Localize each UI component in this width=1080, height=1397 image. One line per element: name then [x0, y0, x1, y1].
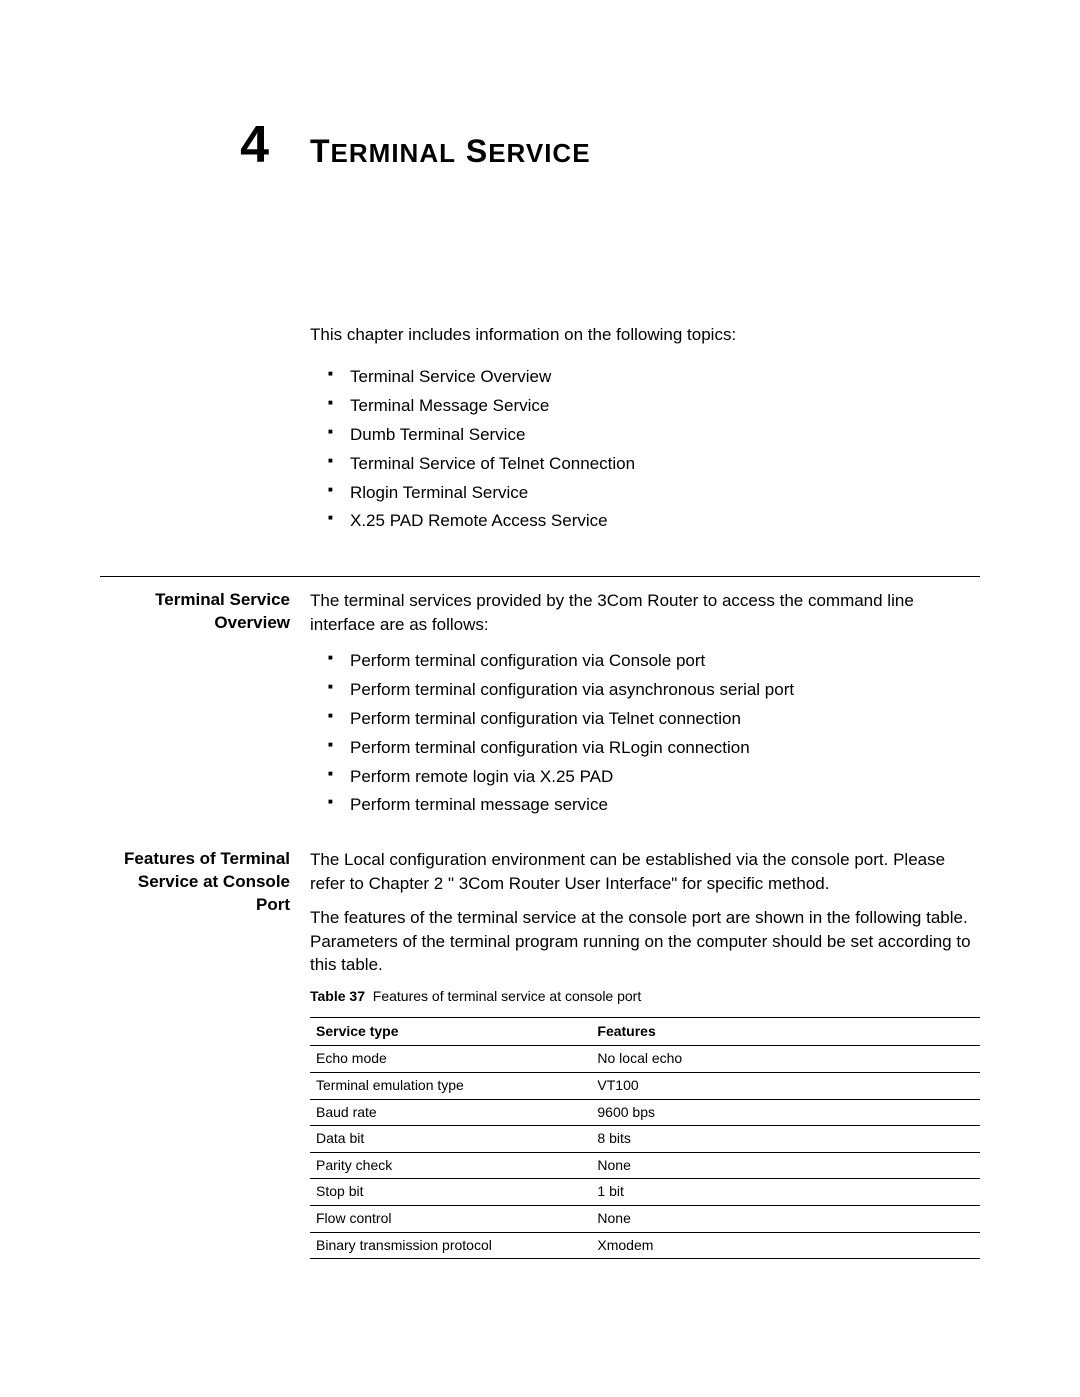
table-cell: 1 bit	[591, 1179, 980, 1206]
list-item: Terminal Service Overview	[328, 363, 980, 392]
chapter-title: TERMINAL SERVICE	[310, 133, 591, 170]
table-cell: VT100	[591, 1073, 980, 1100]
list-item: Perform terminal configuration via async…	[328, 676, 980, 705]
table-row: Parity checkNone	[310, 1152, 980, 1179]
features-paragraph-2: The features of the terminal service at …	[310, 906, 980, 977]
title-rest-1: ERMINAL	[331, 138, 456, 168]
table-row: Data bit8 bits	[310, 1126, 980, 1153]
list-item: Rlogin Terminal Service	[328, 479, 980, 508]
table-cell: Xmodem	[591, 1232, 980, 1259]
chapter-header: 4 TERMINAL SERVICE	[100, 115, 980, 175]
list-item: Terminal Service of Telnet Connection	[328, 450, 980, 479]
list-item: Perform terminal message service	[328, 791, 980, 820]
title-cap-1: T	[310, 133, 331, 169]
title-cap-2: S	[466, 133, 488, 169]
overview-paragraph: The terminal services provided by the 3C…	[310, 589, 980, 637]
features-table: Service type Features Echo modeNo local …	[310, 1017, 980, 1259]
table-cell: No local echo	[591, 1046, 980, 1073]
table-row: Echo modeNo local echo	[310, 1046, 980, 1073]
table-cell: Stop bit	[310, 1179, 591, 1206]
table-cell: Data bit	[310, 1126, 591, 1153]
table-cell: Binary transmission protocol	[310, 1232, 591, 1259]
list-item: Dumb Terminal Service	[328, 421, 980, 450]
list-item: Perform terminal configuration via RLogi…	[328, 734, 980, 763]
document-page: 4 TERMINAL SERVICE This chapter includes…	[0, 0, 1080, 1259]
table-caption-label: Table 37	[310, 988, 365, 1004]
title-rest-2: ERVICE	[488, 138, 590, 168]
section-label: Terminal Service Overview	[100, 589, 310, 820]
table-cell: 8 bits	[591, 1126, 980, 1153]
list-item: X.25 PAD Remote Access Service	[328, 507, 980, 536]
section-content: The Local configuration environment can …	[310, 848, 980, 1259]
chapter-number: 4	[100, 115, 310, 175]
table-row: Binary transmission protocolXmodem	[310, 1232, 980, 1259]
section-divider	[100, 576, 980, 577]
table-cell: None	[591, 1152, 980, 1179]
table-row: Flow controlNone	[310, 1206, 980, 1233]
section-content: The terminal services provided by the 3C…	[310, 589, 980, 820]
overview-bullets: Perform terminal configuration via Conso…	[310, 647, 980, 820]
topics-list: Terminal Service Overview Terminal Messa…	[310, 363, 980, 536]
features-paragraph-1: The Local configuration environment can …	[310, 848, 980, 896]
section-label: Features of Terminal Service at Console …	[100, 848, 310, 1259]
table-row: Baud rate9600 bps	[310, 1099, 980, 1126]
intro-block: This chapter includes information on the…	[310, 325, 980, 536]
list-item: Perform remote login via X.25 PAD	[328, 763, 980, 792]
section-features: Features of Terminal Service at Console …	[100, 848, 980, 1259]
table-row: Stop bit1 bit	[310, 1179, 980, 1206]
table-caption: Table 37 Features of terminal service at…	[310, 987, 980, 1007]
table-header: Features	[591, 1017, 980, 1046]
intro-lead: This chapter includes information on the…	[310, 325, 980, 345]
list-item: Terminal Message Service	[328, 392, 980, 421]
table-cell: Echo mode	[310, 1046, 591, 1073]
table-cell: None	[591, 1206, 980, 1233]
table-cell: Baud rate	[310, 1099, 591, 1126]
table-row: Terminal emulation typeVT100	[310, 1073, 980, 1100]
table-caption-text: Features of terminal service at console …	[373, 988, 641, 1004]
table-cell: Flow control	[310, 1206, 591, 1233]
list-item: Perform terminal configuration via Telne…	[328, 705, 980, 734]
table-cell: 9600 bps	[591, 1099, 980, 1126]
table-cell: Parity check	[310, 1152, 591, 1179]
list-item: Perform terminal configuration via Conso…	[328, 647, 980, 676]
section-overview: Terminal Service Overview The terminal s…	[100, 589, 980, 820]
table-header-row: Service type Features	[310, 1017, 980, 1046]
table-cell: Terminal emulation type	[310, 1073, 591, 1100]
table-header: Service type	[310, 1017, 591, 1046]
